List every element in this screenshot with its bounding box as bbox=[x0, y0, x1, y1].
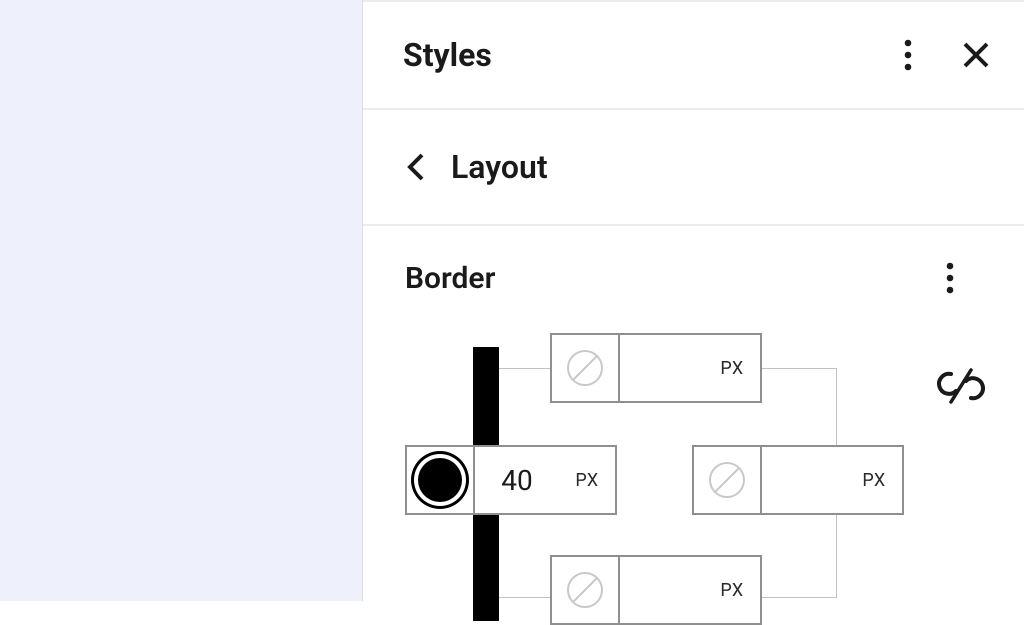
close-button[interactable] bbox=[958, 37, 994, 73]
breadcrumb: Layout bbox=[363, 110, 1024, 226]
panel-title: Styles bbox=[403, 36, 492, 74]
unlink-sides-button[interactable] bbox=[933, 358, 989, 414]
panel-menu-button[interactable] bbox=[900, 35, 916, 75]
border-top-field[interactable]: PX bbox=[550, 333, 762, 403]
border-right-color-swatch[interactable] bbox=[694, 447, 762, 513]
more-vertical-icon bbox=[904, 39, 912, 71]
no-color-icon bbox=[567, 350, 603, 386]
border-bottom-unit[interactable]: PX bbox=[704, 580, 760, 601]
border-left-field[interactable]: 40 PX bbox=[405, 445, 617, 515]
panel-header: Styles bbox=[363, 2, 1024, 110]
breadcrumb-current: Layout bbox=[451, 148, 548, 186]
border-top-unit[interactable]: PX bbox=[704, 358, 760, 379]
unlink-icon bbox=[937, 362, 985, 410]
styles-panel: Styles Layout bbox=[363, 0, 1024, 601]
border-left-value[interactable]: 40 bbox=[475, 464, 559, 497]
section-menu-button[interactable] bbox=[942, 258, 958, 298]
header-actions bbox=[900, 35, 994, 75]
more-vertical-icon bbox=[946, 262, 954, 294]
border-section: Border bbox=[363, 226, 1024, 598]
no-color-icon bbox=[709, 462, 745, 498]
close-icon bbox=[962, 41, 990, 69]
section-title: Border bbox=[405, 261, 495, 296]
border-right-field[interactable]: PX bbox=[692, 445, 904, 515]
border-left-color-swatch[interactable] bbox=[407, 447, 475, 513]
solid-color-icon bbox=[418, 458, 462, 502]
border-top-color-swatch[interactable] bbox=[552, 335, 620, 401]
chevron-left-icon bbox=[407, 152, 425, 182]
border-editor: PX 40 PX PX bbox=[405, 338, 982, 598]
border-right-unit[interactable]: PX bbox=[846, 470, 902, 491]
no-color-icon bbox=[567, 572, 603, 608]
canvas-area bbox=[0, 0, 363, 601]
back-button[interactable] bbox=[403, 148, 429, 186]
border-bottom-field[interactable]: PX bbox=[550, 555, 762, 625]
border-left-unit[interactable]: PX bbox=[559, 470, 615, 491]
section-header: Border bbox=[405, 258, 982, 298]
border-bottom-color-swatch[interactable] bbox=[552, 557, 620, 623]
